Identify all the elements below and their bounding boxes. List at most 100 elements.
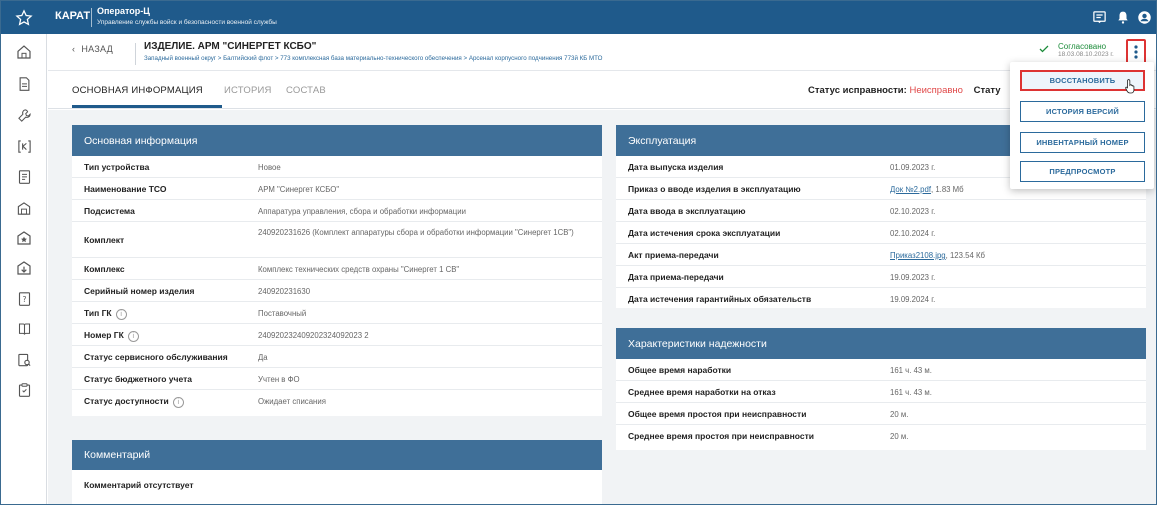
tab-bar: ОСНОВНАЯ ИНФОРМАЦИЯ ИСТОРИЯ СОСТАВ Стату… <box>48 72 1156 109</box>
bell-icon[interactable] <box>1114 9 1131 26</box>
field-label: Тип ГК i <box>84 308 127 320</box>
document-search-icon[interactable] <box>14 350 34 370</box>
more-actions-button[interactable] <box>1126 39 1146 64</box>
health-status: Статус исправности: Неисправно Стату <box>808 85 1001 96</box>
tab-composition[interactable]: СОСТАВ <box>286 85 326 96</box>
app-window: КАРАТ Оператор-Ц Управление службы войск… <box>0 0 1157 505</box>
chat-icon[interactable] <box>1091 9 1108 26</box>
status-label-truncated: Стату <box>973 85 1001 96</box>
field-label: Серийный номер изделия <box>84 286 195 296</box>
field-label: Статус сервисного обслуживания <box>84 352 228 362</box>
file-link: Приказ2108.jpg, 123.54 Кб <box>890 250 985 261</box>
field-value: 240920232409202324092023 2 <box>258 331 369 340</box>
table-row: Дата ввода в эксплуатацию 02.10.2023 г. <box>616 200 1146 222</box>
approval-status: Согласовано 18.03.08.10.2023 г. <box>1038 42 1114 60</box>
home-icon[interactable] <box>14 42 34 62</box>
app-subtitle: Управление службы войск и безопасности в… <box>97 19 277 26</box>
field-label: Статус бюджетного учета <box>84 374 192 384</box>
inventory-number-button[interactable]: ИНВЕНТАРНЫЙ НОМЕР <box>1020 132 1145 153</box>
field-value: Аппаратура управления, сбора и обработки… <box>258 207 466 216</box>
document-icon[interactable] <box>14 74 34 94</box>
field-value: Новое <box>258 163 281 172</box>
tab-history[interactable]: ИСТОРИЯ <box>224 85 272 96</box>
field-value: Ожидает списания <box>258 397 326 406</box>
actions-menu: ВОССТАНОВИТЬ ИСТОРИЯ ВЕРСИЙ ИНВЕНТАРНЫЙ … <box>1010 62 1154 189</box>
book-icon[interactable] <box>14 319 34 339</box>
download-icon[interactable] <box>14 258 34 278</box>
reliability-card: Характеристики надежности Общее время на… <box>616 328 1146 450</box>
comment-card: Комментарий Комментарий отсутствует <box>72 440 602 504</box>
field-value: 19.09.2024 г. <box>890 295 936 304</box>
comment-row: Комментарий отсутствует <box>72 470 602 500</box>
field-value: 20 м. <box>890 432 909 441</box>
table-row: Серийный номер изделия 240920231630 <box>72 280 602 302</box>
tab-basic-info[interactable]: ОСНОВНАЯ ИНФОРМАЦИЯ <box>72 85 203 96</box>
bracket-k-icon[interactable] <box>14 136 34 156</box>
field-label: Общее время простоя при неисправности <box>628 409 807 419</box>
info-icon[interactable]: i <box>127 331 139 342</box>
file-link: Док №2.pdf, 1.83 Мб <box>890 184 964 195</box>
svg-text:?: ? <box>22 295 26 304</box>
field-label: Акт приема-передачи <box>628 250 719 260</box>
table-row: Статус сервисного обслуживания Да <box>72 346 602 368</box>
table-row: Общее время наработки 161 ч. 43 м. <box>616 359 1146 381</box>
favorites-box-icon[interactable] <box>14 228 34 248</box>
app-bar: КАРАТ Оператор-Ц Управление службы войск… <box>1 1 1156 34</box>
table-row: Комплекс Комплекс технических средств ох… <box>72 258 602 280</box>
info-icon[interactable]: i <box>115 309 127 320</box>
basic-info-card: Основная информация Тип устройства Новое… <box>72 125 602 416</box>
field-label: Дата приема-передачи <box>628 272 724 282</box>
field-value: АРМ "Синергет КСБО" <box>258 185 340 194</box>
field-label-text: Тип ГК <box>84 308 112 318</box>
user-account-icon[interactable] <box>1136 9 1153 26</box>
wrench-icon[interactable] <box>14 105 34 125</box>
favorites-star-icon[interactable] <box>1 1 47 34</box>
field-value: 240920231626 (Комплект аппаратуры сбора … <box>258 228 574 237</box>
field-label: Номер ГК i <box>84 330 139 342</box>
table-row: Дата истечения срока эксплуатации 02.10.… <box>616 222 1146 244</box>
info-icon[interactable]: i <box>172 397 184 408</box>
field-value: Поставочный <box>258 309 307 318</box>
table-row: Среднее время наработки на отказ 161 ч. … <box>616 381 1146 403</box>
field-value: 240920231630 <box>258 287 311 296</box>
field-label: Среднее время наработки на отказ <box>628 387 776 397</box>
active-tab-indicator <box>72 105 222 108</box>
check-icon <box>1038 42 1050 60</box>
item-header: ‹ НАЗАД ИЗДЕЛИЕ. АРМ "СИНЕРГЕТ КСБО" Зап… <box>48 34 1156 71</box>
field-value: Да <box>258 353 268 362</box>
version-history-label: ИСТОРИЯ ВЕРСИЙ <box>1046 107 1119 116</box>
table-row: Среднее время простоя при неисправности … <box>616 425 1146 449</box>
breadcrumb[interactable]: Западный военный округ > Балтийский флот… <box>144 55 602 62</box>
help-icon[interactable]: ? <box>14 289 34 309</box>
back-button[interactable]: ‹ НАЗАД <box>72 44 113 54</box>
table-row: Подсистема Аппаратура управления, сбора … <box>72 200 602 222</box>
field-label: Тип устройства <box>84 162 150 172</box>
field-value: 02.10.2023 г. <box>890 207 936 216</box>
field-label: Дата истечения срока эксплуатации <box>628 228 781 238</box>
file-link-text[interactable]: Док №2.pdf <box>890 185 931 194</box>
field-value: 20 м. <box>890 410 909 419</box>
preview-button[interactable]: ПРЕДПРОСМОТР <box>1020 161 1145 182</box>
file-link-text[interactable]: Приказ2108.jpg <box>890 251 946 260</box>
chevron-left-icon: ‹ <box>72 44 76 54</box>
content-area: Основная информация Тип устройства Новое… <box>48 110 1156 504</box>
clipboard-icon[interactable] <box>14 380 34 400</box>
table-row: Наименование ТСО АРМ "Синергет КСБО" <box>72 178 602 200</box>
health-label: Статус исправности: <box>808 85 907 96</box>
field-value: 19.09.2023 г. <box>890 273 936 282</box>
brand-label[interactable]: КАРАТ <box>55 10 90 22</box>
version-history-button[interactable]: ИСТОРИЯ ВЕРСИЙ <box>1020 101 1145 122</box>
field-label: Дата ввода в эксплуатацию <box>628 206 746 216</box>
field-value: Комплекс технических средств охраны "Син… <box>258 265 460 274</box>
table-row: Статус доступности i Ожидает списания <box>72 390 602 414</box>
app-title: Оператор-Ц <box>97 6 150 16</box>
inventory-number-label: ИНВЕНТАРНЫЙ НОМЕР <box>1036 138 1129 147</box>
field-label-text: Статус доступности <box>84 396 169 406</box>
field-label: Подсистема <box>84 206 135 216</box>
comment-text: Комментарий отсутствует <box>84 480 194 490</box>
table-row: Номер ГК i 240920232409202324092023 2 <box>72 324 602 346</box>
field-label: Дата выпуска изделия <box>628 162 724 172</box>
report-icon[interactable] <box>14 167 34 187</box>
warehouse-icon[interactable] <box>14 198 34 218</box>
field-label: Комплекс <box>84 264 125 274</box>
